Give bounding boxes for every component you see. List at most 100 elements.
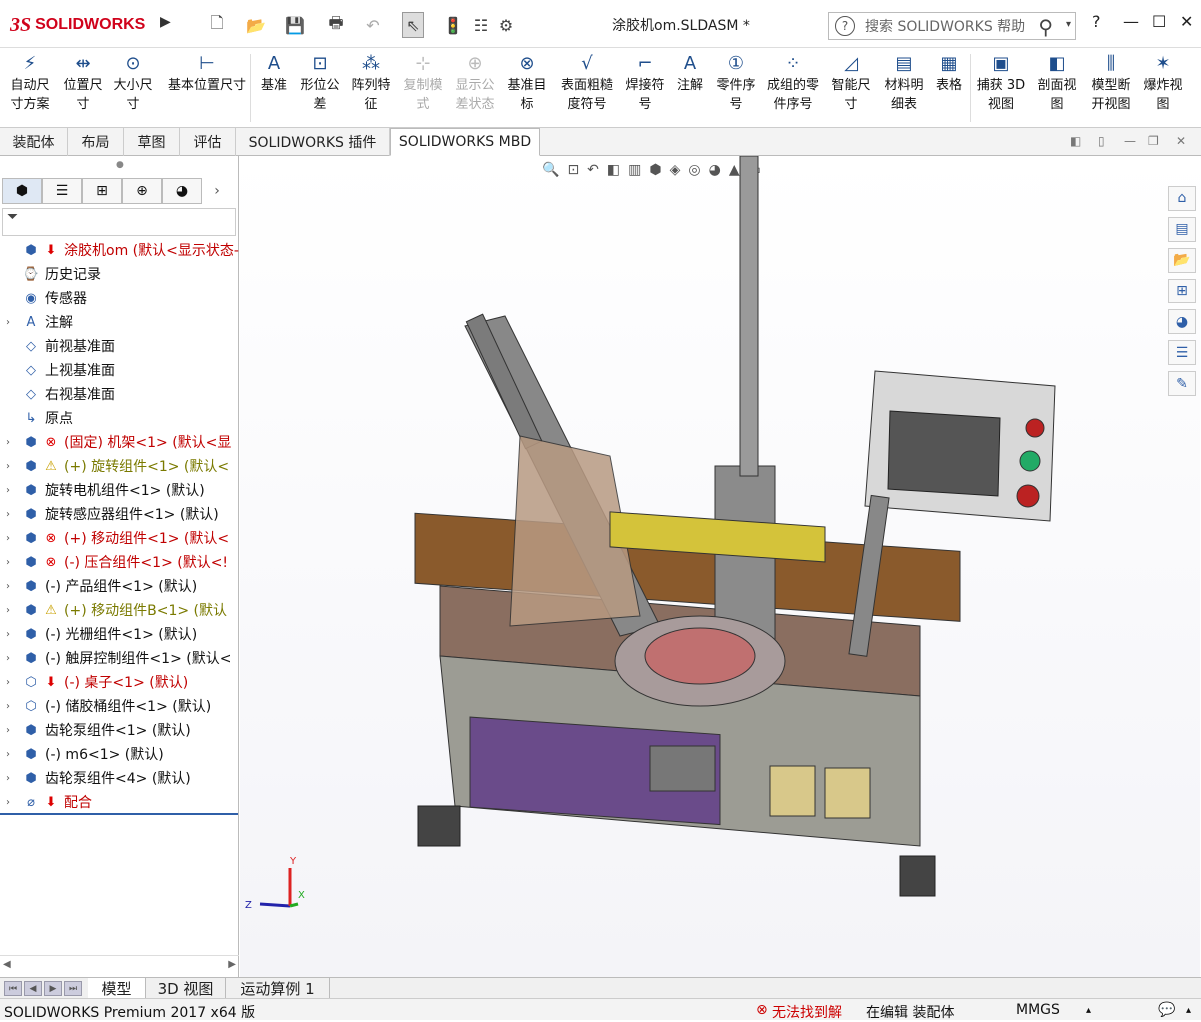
close-button[interactable]: ✕ xyxy=(1180,12,1193,31)
file-explorer-icon[interactable]: 📂 xyxy=(1168,247,1196,273)
select-cursor-icon[interactable]: ⇖ xyxy=(402,12,424,38)
feature-manager-tab-icon[interactable]: ⬢ xyxy=(2,178,42,204)
ribbon-button-7[interactable]: ⊹ 复制模式 xyxy=(398,52,448,114)
view-tile-icon[interactable]: ▯ xyxy=(1098,134,1105,148)
tree-item[interactable]: › ⬢ (-) 产品组件<1> (默认) xyxy=(0,574,239,598)
tree-item[interactable]: ◇ 上视基准面 xyxy=(0,358,239,382)
rebuild-error-icon[interactable]: ⊗ xyxy=(756,1002,768,1018)
panel-tabs-more-icon[interactable]: › xyxy=(202,178,232,204)
tab-3[interactable]: 评估 xyxy=(180,128,236,156)
tree-item[interactable]: › A 注解 xyxy=(0,310,239,334)
ribbon-button-20[interactable]: ⫼ 模型断 开视图 xyxy=(1086,52,1136,114)
rebuild-error-text[interactable]: 无法找到解 xyxy=(772,1002,842,1022)
expand-arrow-icon[interactable]: › xyxy=(6,461,16,472)
graphics-area[interactable]: 🔍 ⊡ ↶ ◧ ▥ ⬢ ◈ ◎ ◕ ▲ ▭ xyxy=(240,156,1200,977)
next-tab-icon[interactable]: ▶ xyxy=(44,981,62,996)
tree-item[interactable]: › ⬢ (-) m6<1> (默认) xyxy=(0,742,239,766)
view-restore-icon[interactable]: ◧ xyxy=(1070,134,1081,148)
solidworks-resources-icon[interactable]: ⌂ xyxy=(1168,186,1196,211)
view-maximize-icon[interactable]: ❐ xyxy=(1148,134,1159,148)
tab-1[interactable]: 布局 xyxy=(68,128,124,156)
custom-properties-icon[interactable]: ☰ xyxy=(1168,340,1196,366)
tree-item[interactable]: › ⬡ (-) 储胶桶组件<1> (默认) xyxy=(0,694,239,718)
ribbon-button-4[interactable]: A 基准 xyxy=(256,52,292,95)
ribbon-button-11[interactable]: ⌐ 焊接符号 xyxy=(620,52,670,114)
forum-icon[interactable]: ✎ xyxy=(1168,371,1196,397)
ribbon-button-5[interactable]: ⊡ 形位公差 xyxy=(296,52,344,114)
ribbon-button-18[interactable]: ▣ 捕获 3D 视图 xyxy=(974,52,1028,114)
expand-arrow-icon[interactable]: › xyxy=(6,701,16,712)
tree-item[interactable]: › ⬢ ⊗ (+) 移动组件<1> (默认< xyxy=(0,526,239,550)
undo-icon[interactable]: ↶ xyxy=(362,12,384,38)
scroll-left-icon[interactable]: ◀ xyxy=(3,959,11,970)
tab-4[interactable]: SOLIDWORKS 插件 xyxy=(236,128,390,156)
display-manager-tab-icon[interactable]: ◕ xyxy=(162,178,202,204)
options-gear-icon[interactable]: ⚙ xyxy=(495,12,517,38)
ribbon-button-8[interactable]: ⊕ 显示公 差状态 xyxy=(450,52,500,114)
ribbon-button-1[interactable]: ⇹ 位置尺寸 xyxy=(58,52,108,114)
tree-item[interactable]: ↳ 原点 xyxy=(0,406,239,430)
expand-arrow-icon[interactable]: › xyxy=(6,581,16,592)
panel-horizontal-scrollbar[interactable]: ◀ ▶ xyxy=(0,955,239,975)
ribbon-button-19[interactable]: ◧ 剖面视图 xyxy=(1032,52,1082,114)
tree-filter-icon[interactable]: ⏷ xyxy=(2,208,236,236)
assembly-model-render[interactable]: Z Y X xyxy=(240,156,1200,977)
view-minimize-icon[interactable]: — xyxy=(1124,134,1136,148)
expand-arrow-icon[interactable]: › xyxy=(6,485,16,496)
save-icon[interactable]: 💾 xyxy=(284,12,306,38)
print-icon[interactable]: 🖶 xyxy=(325,12,347,38)
bottom-tab-2[interactable]: 运动算例 1 xyxy=(226,978,330,999)
tree-item[interactable]: › ⬢ ⊗ (固定) 机架<1> (默认<显 xyxy=(0,430,239,454)
ribbon-button-0[interactable]: ⚡ 自动尺 寸方案 xyxy=(4,52,56,114)
tab-0[interactable]: 装配体 xyxy=(0,128,68,156)
expand-arrow-icon[interactable]: › xyxy=(6,749,16,760)
tree-item[interactable]: ◇ 右视基准面 xyxy=(0,382,239,406)
property-manager-tab-icon[interactable]: ☰ xyxy=(42,178,82,204)
expand-arrow-icon[interactable]: › xyxy=(6,533,16,544)
tab-5[interactable]: SOLIDWORKS MBD xyxy=(390,128,540,156)
bottom-tab-0[interactable]: 模型 xyxy=(88,978,146,999)
tree-item[interactable]: › ⬢ ⚠ (+) 旋转组件<1> (默认< xyxy=(0,454,239,478)
expand-arrow-icon[interactable]: › xyxy=(6,605,16,616)
dimxpert-tab-icon[interactable]: ⊕ xyxy=(122,178,162,204)
expand-arrow-icon[interactable]: › xyxy=(6,509,16,520)
new-document-icon[interactable]: 🗋 xyxy=(206,12,228,38)
rebuild-traffic-light-icon[interactable]: 🚦 xyxy=(442,12,464,38)
prev-tab-icon[interactable]: ◀ xyxy=(24,981,42,996)
solidworks-logo[interactable]: 3S SOLIDWORKS xyxy=(10,12,145,38)
tree-item[interactable]: ⌚ 历史记录 xyxy=(0,262,239,286)
ribbon-button-16[interactable]: ▤ 材料明 细表 xyxy=(880,52,928,114)
last-tab-icon[interactable]: ⏭ xyxy=(64,981,82,996)
first-tab-icon[interactable]: ⏮ xyxy=(4,981,22,996)
tree-item[interactable]: › ⬢ ⊗ (-) 压合组件<1> (默认<! xyxy=(0,550,239,574)
tree-item[interactable]: › ⬢ 旋转电机组件<1> (默认) xyxy=(0,478,239,502)
ribbon-button-2[interactable]: ⊙ 大小尺寸 xyxy=(108,52,158,114)
ribbon-button-9[interactable]: ⊗ 基准目标 xyxy=(502,52,552,114)
expand-arrow-icon[interactable]: › xyxy=(6,653,16,664)
minimize-button[interactable]: — xyxy=(1123,12,1139,31)
tree-item[interactable]: › ⌀ ⬇ 配合 xyxy=(0,790,239,814)
open-folder-icon[interactable]: 📂 xyxy=(245,12,267,38)
tab-2[interactable]: 草图 xyxy=(124,128,180,156)
tree-item[interactable]: › ⬢ (-) 触屏控制组件<1> (默认< xyxy=(0,646,239,670)
ribbon-button-10[interactable]: √ 表面粗糙 度符号 xyxy=(556,52,618,114)
ribbon-button-3[interactable]: ⊢ 基本位置尺寸 xyxy=(162,52,252,95)
magnifier-icon[interactable]: ⚲ xyxy=(1038,15,1053,39)
tree-item[interactable]: › ⬢ (-) 光栅组件<1> (默认) xyxy=(0,622,239,646)
ribbon-button-13[interactable]: ① 零件序号 xyxy=(712,52,760,114)
tree-item[interactable]: › ⬢ ⚠ (+) 移动组件B<1> (默认 xyxy=(0,598,239,622)
expand-arrow-icon[interactable]: › xyxy=(6,317,16,328)
search-dropdown-icon[interactable]: ▾ xyxy=(1066,19,1071,30)
bottom-tab-1[interactable]: 3D 视图 xyxy=(146,978,226,999)
expand-arrow-icon[interactable]: › xyxy=(6,677,16,688)
expand-arrow-icon[interactable]: › xyxy=(6,557,16,568)
ribbon-button-15[interactable]: ◿ 智能尺寸 xyxy=(826,52,876,114)
tree-item[interactable]: › ⬡ ⬇ (-) 桌子<1> (默认) xyxy=(0,670,239,694)
configuration-manager-tab-icon[interactable]: ⊞ xyxy=(82,178,122,204)
ribbon-button-21[interactable]: ✶ 爆炸视图 xyxy=(1138,52,1188,114)
ribbon-button-17[interactable]: ▦ 表格 xyxy=(932,52,966,95)
tree-item[interactable]: ⬢ ⬇ 涂胶机om (默认<显示状态- xyxy=(0,238,239,262)
search-box[interactable]: ? 搜索 SOLIDWORKS 帮助 ⚲ ▾ xyxy=(828,12,1076,40)
appearances-icon[interactable]: ◕ xyxy=(1168,309,1196,335)
unit-system-arrow-icon[interactable]: ▴ xyxy=(1086,1005,1091,1016)
